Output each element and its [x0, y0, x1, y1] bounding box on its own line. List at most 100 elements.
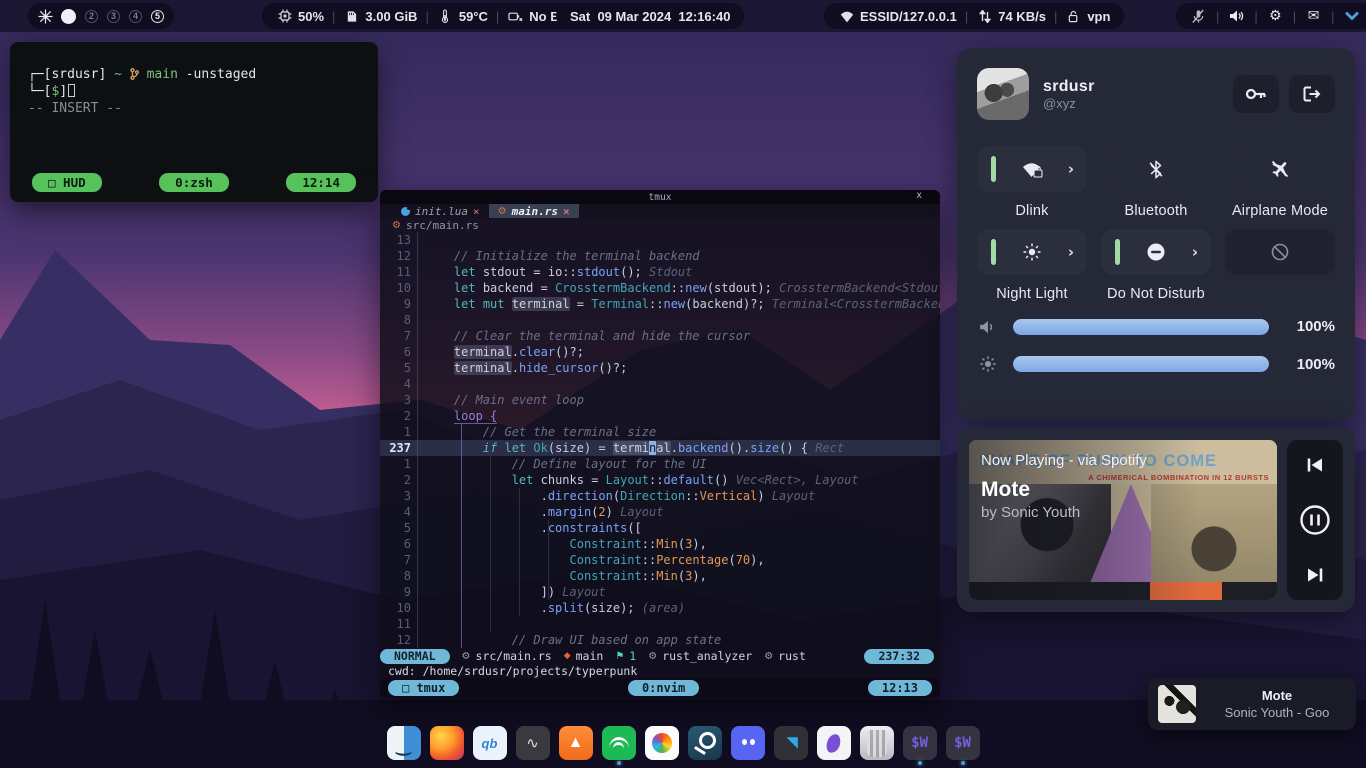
steam-icon	[688, 726, 722, 760]
code-line: 8 Constraint::Min(3),	[380, 568, 940, 584]
toggle-night-light[interactable]: ›	[977, 229, 1087, 275]
dock-steam[interactable]	[688, 726, 722, 764]
dock-sw-app-1[interactable]: $W	[903, 726, 937, 764]
tmux-window-pill[interactable]: 0:zsh	[159, 173, 229, 192]
brightness-slider-row: 100%	[977, 355, 1335, 373]
brightness-value: 100%	[1283, 356, 1335, 373]
mic-muted-icon[interactable]	[1190, 8, 1207, 25]
chevron-right-icon[interactable]: ›	[1068, 160, 1074, 178]
avatar	[977, 68, 1029, 120]
dock: $W $W	[0, 726, 1366, 764]
notification-album-art	[1158, 685, 1196, 723]
window-titlebar[interactable]: tmux x	[380, 190, 940, 204]
volume-icon[interactable]	[1228, 8, 1245, 25]
chevron-right-icon[interactable]: ›	[1192, 243, 1198, 261]
window-close-button[interactable]: x	[916, 190, 922, 201]
vscode-icon	[774, 726, 808, 760]
dock-trash[interactable]	[860, 726, 894, 764]
wifi-lock-icon	[1021, 160, 1043, 179]
chevron-down-icon[interactable]	[1344, 8, 1361, 25]
notification-title: Mote	[1208, 688, 1346, 703]
album-art: SHAPE OF PUNK TO COME A CHIMERICAL BOMBI…	[969, 440, 1277, 600]
vpn-value: vpn	[1087, 9, 1110, 24]
statusline-branch: ◆main	[564, 649, 604, 663]
toggle-dlink[interactable]: ›	[977, 146, 1087, 192]
tab-close-icon[interactable]: ×	[563, 205, 570, 218]
toggle-airplane-mode[interactable]	[1225, 146, 1335, 192]
bufferline: init.lua × ⚙ main.rs ×	[380, 204, 940, 218]
chevron-right-icon[interactable]: ›	[1068, 243, 1074, 261]
tab-close-icon[interactable]: ×	[473, 205, 480, 218]
code-line-current: 237 if let Ok(size) = terminal.backend()…	[380, 440, 940, 456]
toggle-active-indicator	[991, 156, 996, 182]
tmux-window-pill[interactable]: 0:nvim	[628, 680, 699, 696]
firefox-icon	[430, 726, 464, 760]
dock-vscode[interactable]	[774, 726, 808, 764]
clock[interactable]: Sat 09 Mar 2024 12:16:40	[556, 3, 744, 29]
code-line: 4 .margin(2) Layout	[380, 504, 940, 520]
workspace-2[interactable]: 2	[85, 10, 98, 23]
code-line: 8	[380, 312, 940, 328]
workspace-3[interactable]: 3	[107, 10, 120, 23]
dock-sw-app-2[interactable]: $W	[946, 726, 980, 764]
cpu-value: 50%	[298, 9, 324, 24]
logout-button[interactable]	[1289, 75, 1335, 113]
tmux-window[interactable]: tmux x init.lua × ⚙ main.rs × ⚙ src/main…	[380, 190, 940, 698]
dock-file-manager[interactable]	[387, 726, 421, 764]
code-line: 3 // Main event loop	[380, 392, 940, 408]
workspace-4[interactable]: 4	[129, 10, 142, 23]
toggle-do-not-disturb[interactable]: ›	[1101, 229, 1211, 275]
dock-photos[interactable]	[645, 726, 679, 764]
tmux-statusbar: □ tmux 0:nvim 12:13	[380, 678, 940, 698]
lock-keys-button[interactable]	[1233, 75, 1279, 113]
media-notification[interactable]: Mote Sonic Youth - Goo	[1148, 678, 1356, 730]
toggle-label: Do Not Disturb	[1107, 275, 1205, 312]
terminal-cursor	[68, 84, 75, 97]
dock-discord[interactable]	[731, 726, 765, 764]
tmux-session-pill[interactable]: □ tmux	[388, 680, 459, 696]
memory-stat: 3.00 GiB	[343, 8, 417, 25]
running-indicator	[617, 761, 621, 765]
cpu-stat: 50%	[276, 8, 324, 25]
settings-gear-icon[interactable]: ⚙	[1267, 8, 1284, 25]
code-editor[interactable]: 1312 // Initialize the terminal backend1…	[380, 232, 940, 648]
rust-icon: ⚙	[498, 206, 507, 217]
launcher-logo-icon[interactable]	[38, 8, 53, 25]
network-stats: ESSID/127.0.0.1 | 74 KB/s | vpn	[824, 3, 1124, 29]
code-line: 9 let mut terminal = Terminal::new(backe…	[380, 296, 940, 312]
mail-icon[interactable]: ✉	[1305, 8, 1322, 25]
tab-main-rs[interactable]: ⚙ main.rs ×	[489, 204, 579, 218]
terminal-window[interactable]: ┌─[srdusr] ~ main -unstaged └─[$] -- INS…	[10, 42, 378, 202]
qbittorrent-icon	[473, 726, 507, 760]
code-line: 11 let stdout = io::stdout(); Stdout	[380, 264, 940, 280]
dock-qbittorrent[interactable]	[473, 726, 507, 764]
vpn-stat[interactable]: vpn	[1065, 8, 1110, 25]
statusline-filetype: ⚙rust	[764, 649, 806, 663]
dock-media-app[interactable]	[516, 726, 550, 764]
previous-track-button[interactable]	[1305, 456, 1325, 474]
code-line: 6 terminal.clear()?;	[380, 344, 940, 360]
code-line: 7 Constraint::Percentage(70),	[380, 552, 940, 568]
toggle-label: Dlink	[1015, 192, 1048, 229]
workspace-5[interactable]: 5	[151, 10, 164, 23]
dock-design-app[interactable]	[817, 726, 851, 764]
workspace-1[interactable]	[61, 9, 76, 24]
next-track-button[interactable]	[1305, 566, 1325, 584]
dock-vlc[interactable]	[559, 726, 593, 764]
file-manager-icon	[387, 726, 421, 760]
dock-firefox[interactable]	[430, 726, 464, 764]
volume-slider[interactable]	[1013, 319, 1269, 335]
toggle-bluetooth[interactable]	[1101, 146, 1211, 192]
code-line: 10 .split(size); (area)	[380, 600, 940, 616]
pause-button[interactable]	[1299, 504, 1331, 536]
statusline-file: ⚙src/main.rs	[462, 649, 552, 663]
wifi-stat[interactable]: ESSID/127.0.0.1	[838, 8, 957, 25]
toggle-empty-slot[interactable]	[1225, 229, 1335, 275]
mode-pill: NORMAL	[380, 649, 450, 664]
brightness-slider[interactable]	[1013, 356, 1269, 372]
sw-app-2-icon: $W	[946, 726, 980, 760]
tmux-session-pill[interactable]: □ HUD	[32, 173, 102, 192]
temperature-value: 59°C	[459, 9, 488, 24]
tab-init-lua[interactable]: init.lua ×	[392, 204, 489, 218]
dock-spotify[interactable]	[602, 726, 636, 764]
